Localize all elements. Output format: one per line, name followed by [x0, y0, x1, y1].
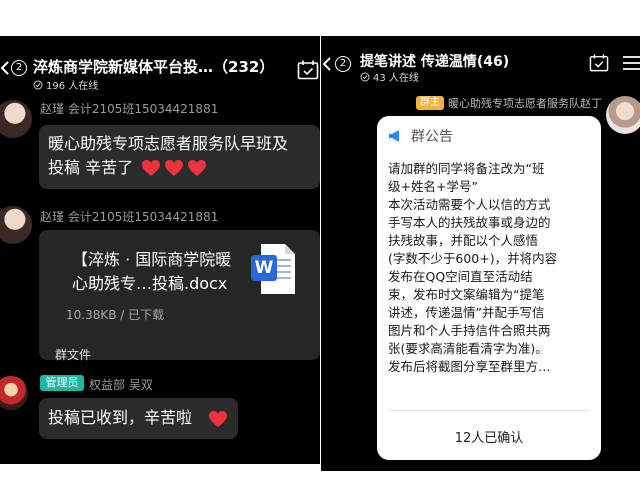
message-bubble[interactable]: 暖心助残专项志愿者服务队早班及 投稿 辛苦了: [39, 125, 320, 189]
megaphone-icon: [389, 130, 399, 142]
announcement-line: 图片和个人手持信件合照共两: [388, 323, 551, 338]
heart-emoji-row: [142, 160, 206, 176]
announcement-line: 发布后将截图分享至群里方…: [388, 359, 551, 374]
heart-icon: [209, 411, 227, 427]
word-document-icon: W: [251, 244, 295, 294]
online-status: 196 人在线: [33, 77, 98, 92]
announcement-line: 讲述，传递温情”并配手写信: [388, 305, 545, 320]
announcement-line: 请加群的同学将备注改为“班: [388, 161, 545, 176]
announcement-line: 级+姓名+学号”: [388, 179, 478, 194]
online-circle-icon: [360, 72, 370, 81]
divider: [389, 410, 589, 411]
chat-title: 提笔讲述 传递温情(46): [360, 54, 510, 70]
announcement-title: 群公告: [411, 129, 453, 145]
admin-badge: 管理员: [40, 375, 84, 391]
online-circle-icon: [33, 80, 43, 89]
word-letter: W: [254, 258, 274, 278]
file-name: 心助残专…投稿.docx: [72, 274, 228, 293]
sender-name: 赵瑾 会计2105班15034421881: [40, 102, 219, 116]
online-count: 43 人在线: [373, 73, 419, 84]
heart-icon: [188, 160, 206, 176]
online-count: 196 人在线: [46, 81, 99, 92]
heart-icon: [142, 160, 160, 176]
announcement-line: 发布在QQ空间直至活动结: [388, 269, 533, 284]
message-bubble[interactable]: 投稿已收到，辛苦啦: [39, 398, 238, 439]
calendar-check-icon[interactable]: [589, 54, 609, 72]
calendar-check-icon[interactable]: [297, 60, 319, 80]
sender-name: 权益部 吴双: [89, 378, 153, 392]
chat-title: 淬炼商学院新媒体平台投…（232）: [33, 58, 275, 76]
announcement-line: 本次活动需要个人以信的方式: [388, 197, 551, 212]
confirm-count-button[interactable]: 12人已确认: [377, 427, 601, 446]
back-chevron-icon[interactable]: [0, 60, 10, 76]
message-text: 投稿 辛苦了: [48, 158, 134, 177]
right-chat-panel: 2 提笔讲述 传递温情(46) 43 人在线 群主 暖心助残专项志愿者服务队赵丁…: [321, 36, 640, 471]
announcement-line: 手写本人的扶残故事或身边的: [388, 215, 551, 230]
back-chevron-icon[interactable]: [322, 56, 332, 72]
file-name: 【淬炼 · 国际商学院暖: [72, 250, 232, 269]
unread-count-badge[interactable]: 2: [11, 60, 27, 76]
avatar[interactable]: [0, 376, 28, 410]
avatar[interactable]: [0, 206, 32, 244]
file-meta: 10.38KB / 已下载: [66, 308, 165, 322]
online-status: 43 人在线: [360, 69, 419, 84]
sender-name: 暖心助残专项志愿者服务队赵丁: [448, 97, 602, 110]
heart-icon: [165, 160, 183, 176]
announcement-text: 请加群的同学将备注改为“班 级+姓名+学号” 本次活动需要个人以信的方式 手写本…: [388, 160, 593, 376]
owner-badge: 群主: [416, 96, 444, 110]
menu-icon[interactable]: [623, 56, 640, 70]
message-text: 暖心助残专项志愿者服务队早班及: [48, 134, 289, 153]
left-chat-panel: 2 淬炼商学院新媒体平台投…（232） 196 人在线 赵瑾 会计2105班15…: [0, 36, 320, 464]
avatar[interactable]: [0, 100, 32, 138]
group-files-link[interactable]: 群文件: [55, 346, 91, 363]
announcement-line: (字数不少于600+)，并将内容: [388, 251, 558, 266]
avatar[interactable]: [606, 96, 640, 134]
sender-name: 赵瑾 会计2105班15034421881: [40, 210, 219, 224]
announcement-line: 束，发布时文案编辑为“提笔: [388, 287, 545, 302]
message-text: 投稿已收到，辛苦啦: [48, 408, 193, 427]
file-message-card[interactable]: 【淬炼 · 国际商学院暖 心助残专…投稿.docx 10.38KB / 已下载 …: [39, 230, 320, 360]
announcement-line: 扶残故事，并配以个人感悟: [388, 233, 539, 248]
group-announcement-card[interactable]: 群公告 请加群的同学将备注改为“班 级+姓名+学号” 本次活动需要个人以信的方式…: [377, 116, 601, 460]
unread-count-badge[interactable]: 2: [335, 56, 351, 72]
announcement-line: 张(要求高清能看清字为准)。: [388, 341, 548, 356]
